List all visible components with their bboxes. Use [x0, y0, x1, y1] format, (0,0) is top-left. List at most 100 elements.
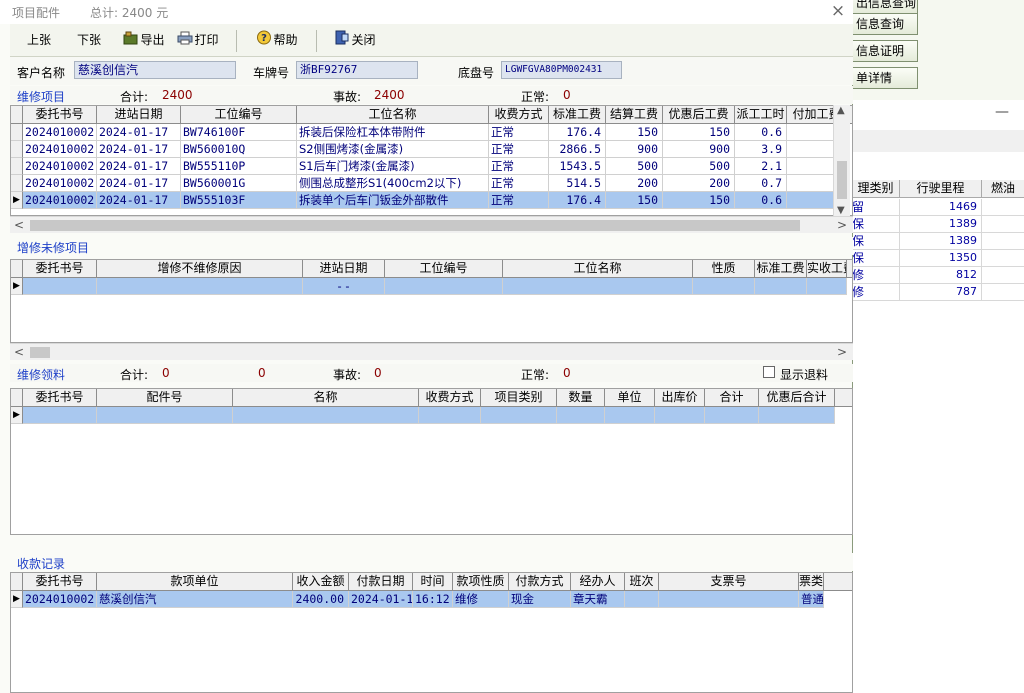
- repair-items-grid[interactable]: 委托书号 进站日期 工位编号 工位名称 收费方式 标准工费 结算工费 优惠后工费 派工工时 付加工…: [10, 105, 853, 216]
- materials-sum-value-2: 0: [258, 366, 266, 380]
- repair-row[interactable]: 2024010002 2024-01-17 BW746100F 拆装后保险杠本体带附件…: [11, 124, 852, 141]
- repair-column-header[interactable]: 优惠后工费: [663, 106, 735, 124]
- repair-column-header[interactable]: 标准工费: [549, 106, 606, 124]
- materials-column-header[interactable]: 单位: [605, 389, 655, 407]
- materials-column-header[interactable]: 合计: [705, 389, 759, 407]
- row-indicator-header: [11, 389, 23, 407]
- materials-row[interactable]: ▶: [11, 407, 852, 424]
- unrepaired-column-header[interactable]: 实收工费: [807, 260, 847, 278]
- table-cell: [557, 407, 605, 424]
- background-button-query-out[interactable]: 出信息查询: [852, 0, 918, 14]
- unrepaired-column-header[interactable]: 工位编号: [385, 260, 503, 278]
- unrepaired-column-header[interactable]: 进站日期: [303, 260, 385, 278]
- unrepaired-column-header[interactable]: 标准工费: [755, 260, 807, 278]
- repair-column-header[interactable]: 进站日期: [97, 106, 181, 124]
- materials-column-header[interactable]: 委托书号: [23, 389, 97, 407]
- prev-button[interactable]: 上张: [18, 28, 60, 53]
- repair-sum-label: 合计:: [120, 90, 149, 104]
- export-button[interactable]: 导出: [120, 28, 168, 53]
- close-icon[interactable]: ×: [828, 1, 848, 21]
- unrepaired-column-header[interactable]: 性质: [693, 260, 755, 278]
- payments-column-header[interactable]: 付款日期: [349, 573, 413, 591]
- table-cell: [659, 591, 799, 608]
- payments-column-header[interactable]: 委托书号: [23, 573, 97, 591]
- payments-column-header[interactable]: 班次: [625, 573, 659, 591]
- table-cell: [385, 278, 503, 295]
- payments-column-header[interactable]: 款项性质: [453, 573, 509, 591]
- row-indicator-header: [11, 573, 23, 591]
- scroll-up-icon[interactable]: ▲: [837, 105, 845, 116]
- printer-icon: [177, 29, 193, 53]
- payments-column-header[interactable]: 付款方式: [509, 573, 571, 591]
- show-return-checkbox[interactable]: [763, 366, 775, 378]
- unrepaired-horizontal-scrollbar[interactable]: < >: [10, 343, 853, 360]
- table-cell: S1后车门烤漆(金属漆): [297, 158, 489, 175]
- payments-column-header[interactable]: 支票号: [659, 573, 799, 591]
- payments-column-header[interactable]: 收入金额: [293, 573, 349, 591]
- unrepaired-column-header[interactable]: 增修不维修原因: [97, 260, 303, 278]
- scroll-thumb[interactable]: [30, 220, 800, 231]
- table-cell: 2024010002: [23, 141, 97, 158]
- scroll-thumb[interactable]: [837, 161, 847, 199]
- next-button[interactable]: 下张: [68, 28, 110, 53]
- repair-row[interactable]: 2024010002 2024-01-17 BW560010Q S2侧围烤漆(金属漆)…: [11, 141, 852, 158]
- dialog-total: 总计: 2400 元: [90, 6, 169, 20]
- payments-column-header[interactable]: 时间: [413, 573, 453, 591]
- background-button-order-detail[interactable]: 单详情: [852, 67, 918, 89]
- table-cell: 正常: [489, 141, 549, 158]
- unrepaired-column-header[interactable]: 工位名称: [503, 260, 693, 278]
- scroll-right-icon[interactable]: >: [837, 217, 847, 233]
- scroll-thumb[interactable]: [30, 347, 50, 358]
- materials-column-header[interactable]: 名称: [233, 389, 419, 407]
- repair-row[interactable]: 2024010002 2024-01-17 BW555110P S1后车门烤漆(金属漆…: [11, 158, 852, 175]
- table-cell: 16:12: [413, 591, 453, 608]
- payments-column-header[interactable]: 款项单位: [97, 573, 293, 591]
- scroll-down-icon[interactable]: ▼: [837, 205, 845, 216]
- repair-column-header[interactable]: 结算工费: [606, 106, 663, 124]
- payment-row[interactable]: ▶2024010002慈溪创信汽2400.002024-01-1716:12维修…: [11, 591, 852, 608]
- table-cell: 正常: [489, 192, 549, 209]
- materials-sum-value: 0: [162, 366, 170, 380]
- repair-column-header[interactable]: 工位编号: [181, 106, 297, 124]
- table-cell: BW555103F: [181, 192, 297, 209]
- repair-column-header[interactable]: 工位名称: [297, 106, 489, 124]
- show-return-label: 显示退料: [780, 368, 829, 382]
- unrepaired-row[interactable]: ▶ - -: [11, 278, 852, 295]
- payments-grid[interactable]: 委托书号 款项单位 收入金额 付款日期 时间 款项性质 付款方式 经办人 班次 支票号 票类 ▶ 202…: [10, 572, 853, 693]
- materials-column-header[interactable]: 出库价: [655, 389, 705, 407]
- repair-horizontal-scrollbar[interactable]: < >: [10, 216, 853, 233]
- table-cell: [97, 278, 303, 295]
- materials-column-header[interactable]: 项目类别: [481, 389, 557, 407]
- background-grid-row: 修 812: [852, 267, 1024, 284]
- repair-column-header[interactable]: 派工工时: [735, 106, 787, 124]
- customer-field[interactable]: 慈溪创信汽: [74, 61, 236, 79]
- materials-column-header[interactable]: 数量: [557, 389, 605, 407]
- materials-column-header[interactable]: 配件号: [97, 389, 233, 407]
- scroll-left-icon[interactable]: <: [14, 344, 24, 360]
- payments-column-header[interactable]: 经办人: [571, 573, 625, 591]
- plate-field[interactable]: 浙BF92767: [296, 61, 418, 79]
- scroll-right-icon[interactable]: >: [837, 344, 847, 360]
- repair-row[interactable]: ▶ 2024010002 2024-01-17 BW555103F 拆装单个后车门钣金外…: [11, 192, 852, 209]
- background-button-info-query[interactable]: 信息查询: [852, 13, 918, 35]
- unrepaired-items-grid[interactable]: 委托书号增修不维修原因进站日期工位编号工位名称性质标准工费实收工费▶- -: [10, 259, 853, 343]
- table-cell: [233, 407, 419, 424]
- repair-row[interactable]: 2024010002 2024-01-17 BW560001G 侧围总成整形S1(40…: [11, 175, 852, 192]
- repair-column-header[interactable]: 收费方式: [489, 106, 549, 124]
- payments-column-header[interactable]: 票类: [799, 573, 824, 591]
- close-button[interactable]: 关闭: [330, 28, 380, 53]
- repair-vertical-scrollbar[interactable]: ▲ ▼: [833, 105, 850, 216]
- scroll-left-icon[interactable]: <: [14, 217, 24, 233]
- help-button[interactable]: ? 帮助: [252, 28, 302, 53]
- chassis-field[interactable]: LGWFGVA80PM002431: [501, 61, 622, 79]
- materials-column-header[interactable]: 优惠后合计: [759, 389, 835, 407]
- table-cell: BW746100F: [181, 124, 297, 141]
- materials-grid[interactable]: 委托书号 配件号 名称 收费方式 项目类别 数量 单位 出库价 合计 优惠后合计 ▶: [10, 388, 853, 535]
- materials-column-header[interactable]: 收费方式: [419, 389, 481, 407]
- table-cell: 2.1: [735, 158, 787, 175]
- unrepaired-column-header[interactable]: 委托书号: [23, 260, 97, 278]
- background-button-info-proof[interactable]: 信息证明: [852, 40, 918, 62]
- minimize-icon[interactable]: —: [995, 104, 1009, 120]
- repair-column-header[interactable]: 委托书号: [23, 106, 97, 124]
- print-button[interactable]: 打印: [174, 28, 222, 53]
